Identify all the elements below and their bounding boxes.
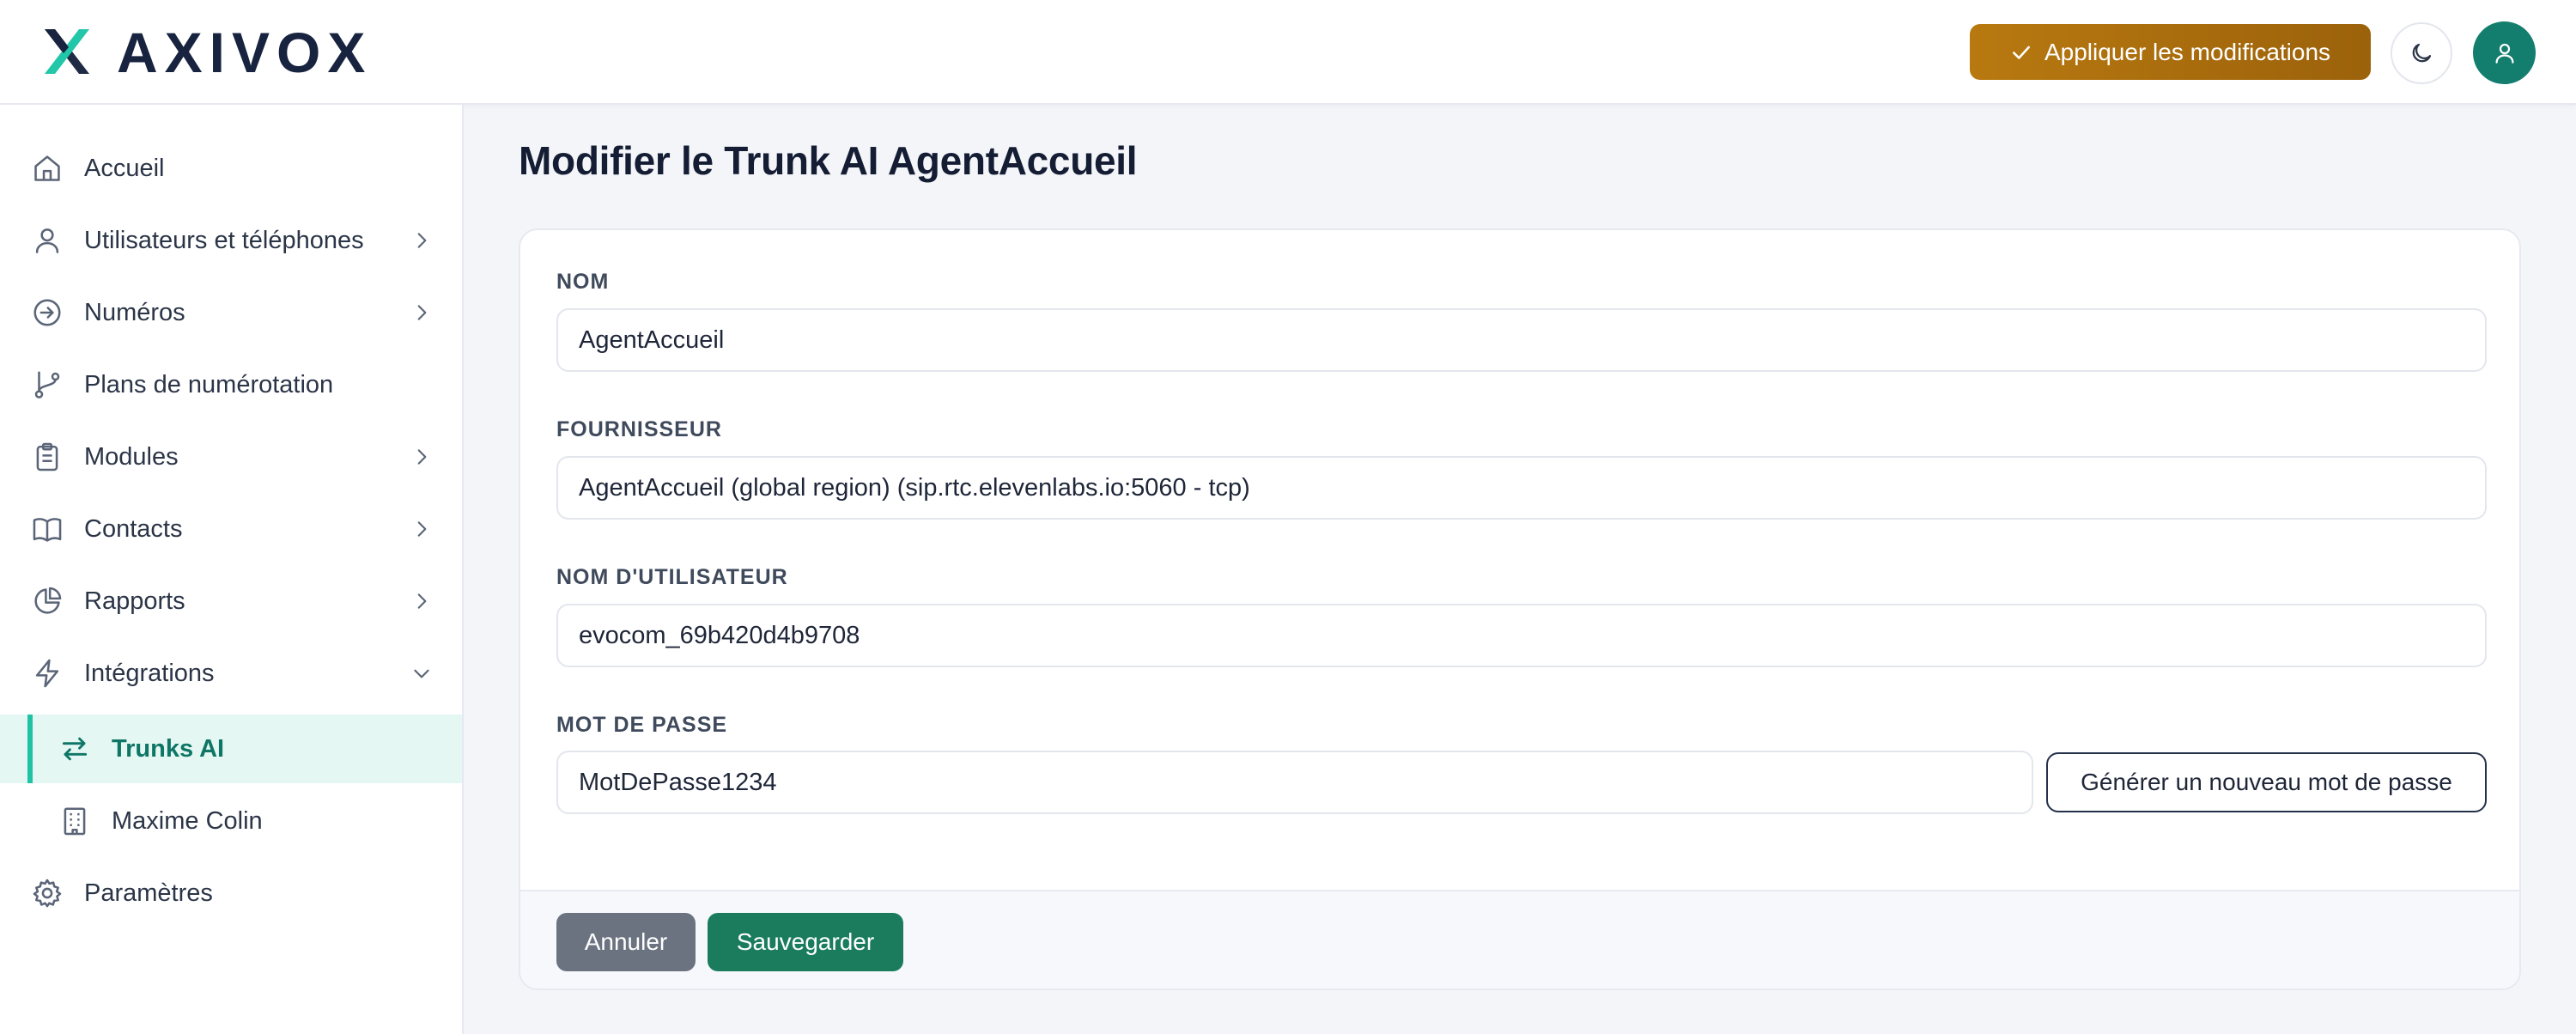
sidebar-item-modules[interactable]: Modules (0, 423, 462, 491)
generate-password-button[interactable]: Générer un nouveau mot de passe (2046, 752, 2487, 812)
user-icon (2495, 43, 2513, 64)
sidebar: Accueil Utilisateurs et téléphones Numér… (0, 105, 464, 1034)
sidebar-item-label: Trunks AI (112, 734, 225, 763)
chevron-right-icon (417, 593, 427, 609)
top-bar: AXIVOX Appliquer les modifications (0, 0, 2576, 105)
chevron-right-icon (417, 521, 427, 537)
sidebar-item-utilisateurs[interactable]: Utilisateurs et téléphones (0, 206, 462, 275)
pie-chart-icon (34, 587, 62, 614)
sidebar-item-label: Utilisateurs et téléphones (84, 226, 364, 254)
chevron-right-icon (417, 233, 427, 248)
sidebar-item-trunks-ai[interactable]: Trunks AI (0, 715, 462, 783)
provider-label: FOURNISSEUR (556, 417, 722, 441)
clipboard-icon (36, 442, 58, 471)
sidebar-item-numeros[interactable]: Numéros (0, 278, 462, 347)
sidebar-item-label: Modules (84, 442, 179, 471)
sidebar-item-label: Intégrations (84, 659, 215, 687)
cancel-button[interactable]: Annuler (556, 913, 696, 971)
password-label: MOT DE PASSE (556, 713, 728, 737)
user-avatar-button[interactable] (2473, 21, 2536, 84)
book-icon (33, 518, 62, 542)
logo-mark-icon (45, 29, 89, 74)
sidebar-item-label: Paramètres (84, 879, 213, 907)
name-field[interactable]: AgentAccueil (556, 308, 2487, 372)
sidebar-item-label: Maxime Colin (112, 806, 263, 835)
sidebar-item-integrations[interactable]: Intégrations (0, 639, 462, 708)
username-field[interactable]: evocom_69b420d4b9708 (556, 604, 2487, 667)
edit-trunk-form: NOM AgentAccueil FOURNISSEUR AgentAccuei… (519, 228, 2521, 990)
sidebar-item-parametres[interactable]: Paramètres (0, 859, 462, 928)
arrow-circle-icon (33, 299, 61, 326)
sidebar-item-label: Rapports (84, 587, 185, 615)
sidebar-item-rapports[interactable]: Rapports (0, 567, 462, 636)
page-title: Modifier le Trunk AI AgentAccueil (519, 138, 1138, 183)
brand-name: AXIVOX (117, 21, 373, 84)
sidebar-item-label: Numéros (84, 298, 185, 326)
user-icon (35, 228, 59, 253)
sidebar-item-maxime-colin[interactable]: Maxime Colin (0, 787, 462, 855)
password-field[interactable]: MotDePasse1234 (556, 751, 2033, 814)
theme-toggle-button[interactable] (2391, 22, 2452, 84)
sidebar-item-accueil[interactable]: Accueil (0, 134, 462, 203)
save-button[interactable]: Sauvegarder (708, 913, 903, 971)
moon-icon (2412, 43, 2432, 63)
chevron-right-icon (417, 449, 427, 465)
git-branch-icon (34, 371, 60, 398)
sidebar-item-contacts[interactable]: Contacts (0, 495, 462, 563)
gear-icon (33, 879, 62, 908)
bolt-icon (35, 659, 59, 688)
form-footer: Annuler Sauvegarder (520, 890, 2519, 988)
sidebar-item-plans-numerotation[interactable]: Plans de numérotation (0, 350, 462, 419)
provider-field[interactable]: AgentAccueil (global region) (sip.rtc.el… (556, 456, 2487, 520)
username-label: NOM D'UTILISATEUR (556, 565, 788, 589)
home-icon (34, 155, 60, 181)
sidebar-item-label: Accueil (84, 154, 165, 182)
swap-arrows-icon (62, 737, 88, 761)
sidebar-item-label: Contacts (84, 514, 183, 543)
chevron-down-icon (414, 669, 429, 678)
name-label: NOM (556, 270, 610, 294)
sidebar-item-label: Plans de numérotation (84, 370, 334, 398)
brand-logo[interactable]: AXIVOX (38, 24, 372, 81)
apply-changes-button[interactable]: Appliquer les modifications (1970, 24, 2371, 80)
chevron-right-icon (417, 305, 427, 320)
building-icon (64, 807, 86, 836)
apply-changes-label: Appliquer les modifications (2044, 38, 2331, 65)
check-icon (2013, 46, 2030, 59)
